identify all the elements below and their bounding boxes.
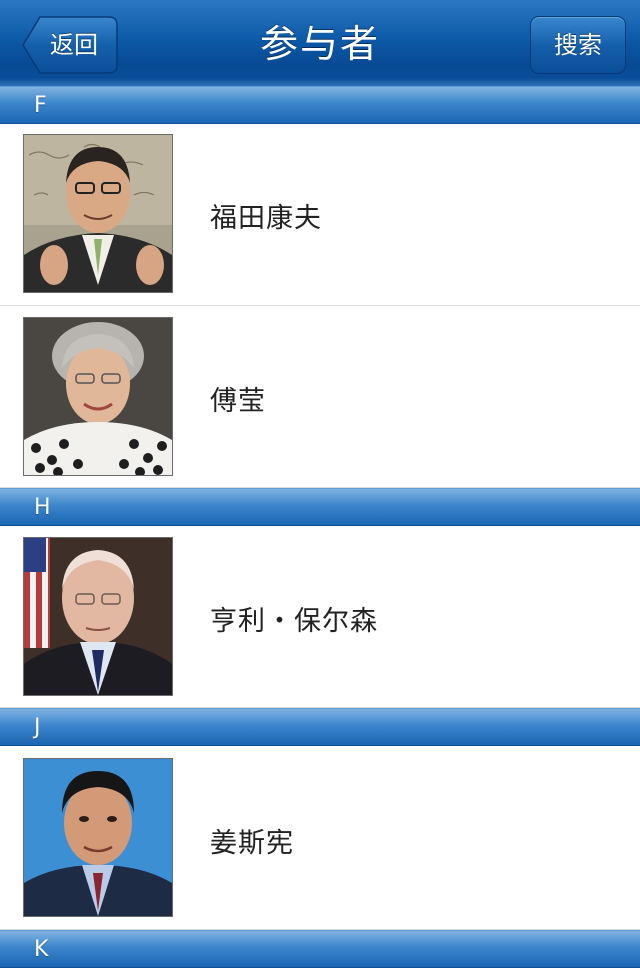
avatar (23, 758, 173, 917)
list-item[interactable]: 姜斯宪 (0, 746, 640, 930)
section-header-f: F (0, 86, 640, 124)
section-letter: F (34, 93, 47, 118)
section-header-h: H (0, 488, 640, 526)
avatar (23, 134, 173, 293)
avatar (23, 317, 173, 476)
participant-name: 姜斯宪 (210, 828, 294, 859)
list-item[interactable]: 亨利・保尔森 (0, 526, 640, 708)
section-letter: H (34, 495, 51, 520)
list-item[interactable]: 福田康夫 (0, 124, 640, 306)
section-letter: K (34, 937, 49, 962)
section-header-k: K (0, 930, 640, 968)
list-item[interactable]: 傅莹 (0, 306, 640, 488)
search-button[interactable]: 搜索 (530, 16, 626, 74)
section-letter: J (34, 715, 41, 740)
participant-name: 亨利・保尔森 (210, 606, 378, 637)
avatar (23, 537, 173, 696)
section-header-j: J (0, 708, 640, 746)
participant-name: 福田康夫 (210, 203, 322, 234)
nav-bar: 返回 参与者 搜索 (0, 0, 640, 87)
participant-name: 傅莹 (210, 386, 266, 417)
